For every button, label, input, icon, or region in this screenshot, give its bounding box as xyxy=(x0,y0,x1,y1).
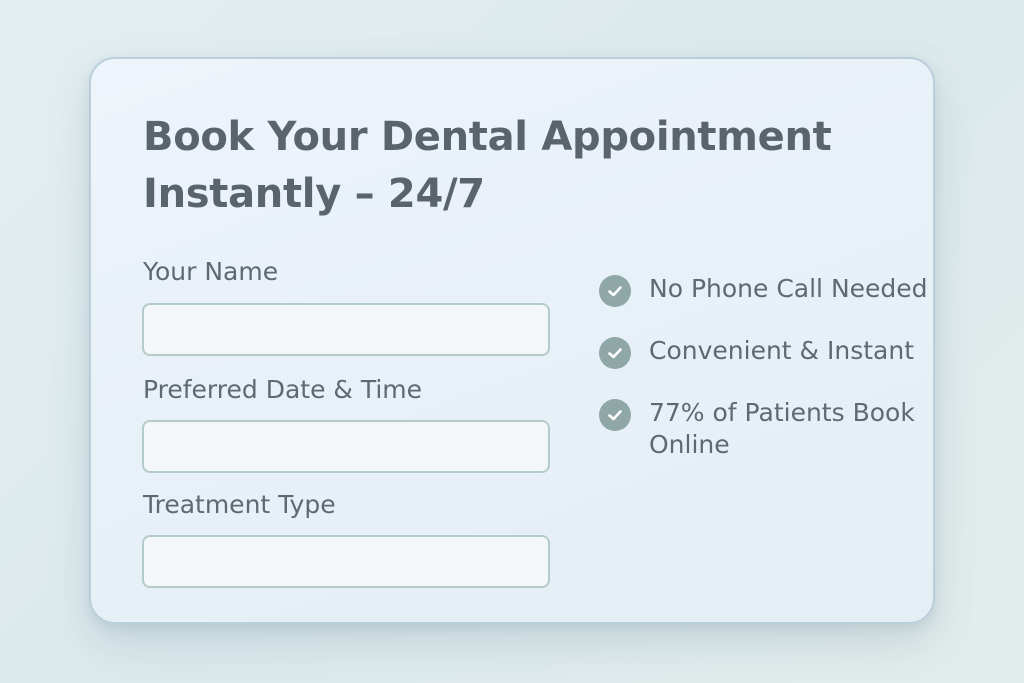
page-title: Book Your Dental Appointment Instantly –… xyxy=(143,109,903,223)
booking-card: Book Your Dental Appointment Instantly –… xyxy=(89,57,935,624)
benefit-text: No Phone Call Needed xyxy=(649,274,928,303)
date-time-input[interactable] xyxy=(142,420,550,473)
name-input[interactable] xyxy=(142,303,550,356)
benefit-text: 77% of Patients Book Online xyxy=(649,398,915,459)
treatment-type-label: Treatment Type xyxy=(143,490,336,519)
date-time-label: Preferred Date & Time xyxy=(143,375,423,404)
check-circle-icon xyxy=(599,399,631,431)
title-line-1: Book Your Dental Appointment xyxy=(143,114,832,160)
benefit-item-no-phone-call: No Phone Call Needed xyxy=(599,273,929,307)
check-circle-icon xyxy=(599,275,631,307)
treatment-type-input[interactable] xyxy=(142,535,550,588)
name-label: Your Name xyxy=(143,257,279,286)
benefit-text: Convenient & Instant xyxy=(649,336,914,365)
benefit-item-convenient: Convenient & Instant xyxy=(599,335,929,369)
check-circle-icon xyxy=(599,337,631,369)
title-line-2: Instantly – 24/7 xyxy=(143,171,485,217)
benefit-item-patients-book-online: 77% of Patients Book Online xyxy=(599,397,929,461)
